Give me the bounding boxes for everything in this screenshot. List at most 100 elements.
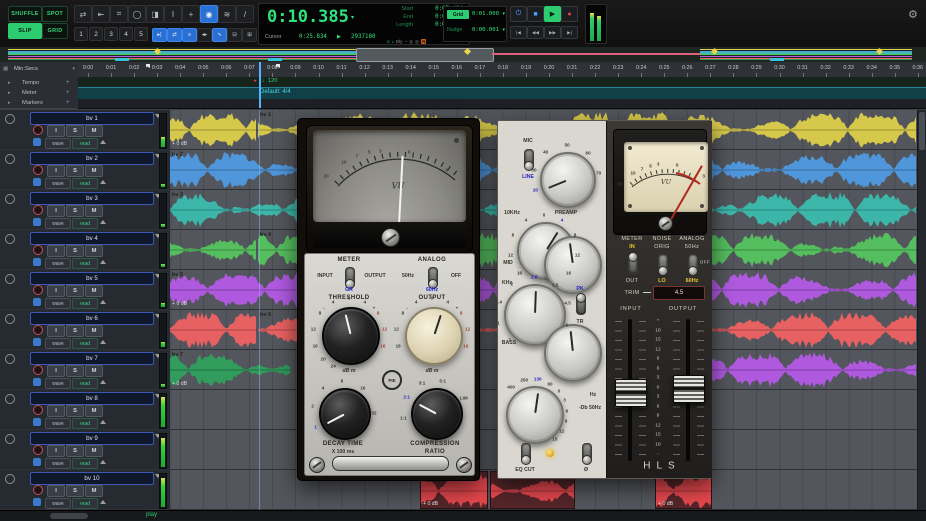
meter-add-icon[interactable]: +: [66, 90, 70, 96]
insertion-follows-icon[interactable]: ◂▸: [197, 28, 212, 42]
hls-pk-tr-toggle[interactable]: [576, 295, 586, 315]
nudge-value[interactable]: 0:00.001: [472, 27, 499, 33]
track-name[interactable]: bv 7: [30, 352, 154, 365]
ruler-unit-label[interactable]: Min:Secs: [14, 66, 38, 72]
record-button[interactable]: ●: [561, 6, 578, 22]
nudge-caret-icon[interactable]: ▾: [502, 27, 505, 33]
markers-lane[interactable]: [78, 99, 926, 109]
record-arm-button[interactable]: [33, 325, 43, 335]
track-name[interactable]: bv 10: [30, 472, 154, 485]
input-monitor-button[interactable]: I: [47, 485, 65, 497]
comp-ratio-knob[interactable]: [411, 388, 463, 440]
input-monitor-button[interactable]: I: [47, 405, 65, 417]
record-arm-button[interactable]: [33, 285, 43, 295]
markers-add-icon[interactable]: +: [66, 100, 70, 106]
stop-button[interactable]: ■: [527, 6, 544, 22]
scrubber-tool-icon[interactable]: ◉: [200, 5, 218, 23]
solo-button[interactable]: S: [66, 245, 84, 257]
hls-input-fader-cap[interactable]: [615, 379, 647, 407]
output-window-icon[interactable]: [100, 380, 106, 384]
status-badge-1[interactable]: ♪: [392, 39, 394, 44]
main-counter[interactable]: 0:10.385: [267, 7, 349, 27]
selector-tool-icon[interactable]: I: [164, 5, 182, 23]
automation-mode-selector[interactable]: read: [72, 378, 98, 389]
track-name[interactable]: bv 5: [30, 272, 154, 285]
grabber-tool-icon[interactable]: +: [182, 5, 200, 23]
solo-button[interactable]: S: [66, 205, 84, 217]
plugin-window-hls-channel[interactable]: MIC LINE PREAMP 10KHz MID KHz PK TR BASS…: [497, 120, 712, 479]
comp-output-knob[interactable]: [405, 307, 463, 365]
automation-mode-selector[interactable]: read: [72, 138, 98, 149]
record-arm-button[interactable]: [33, 205, 43, 215]
track-view-selector[interactable]: wave: [45, 218, 71, 229]
audio-clip[interactable]: [710, 351, 917, 389]
track-name[interactable]: bv 8: [30, 392, 154, 405]
record-arm-button[interactable]: [33, 445, 43, 455]
mode-button-grid[interactable]: GRID: [42, 23, 68, 39]
zoom-toggle-icon[interactable]: ⇄: [74, 5, 92, 23]
markers-expand-icon[interactable]: ▸: [8, 100, 11, 106]
output-window-icon[interactable]: [100, 300, 106, 304]
track-view-selector[interactable]: wave: [45, 338, 71, 349]
output-window-icon[interactable]: [100, 180, 106, 184]
track-name[interactable]: bv 9: [30, 432, 154, 445]
hls-trim-value[interactable]: 4.5: [653, 286, 705, 300]
meter-lane-label[interactable]: Meter: [22, 90, 37, 96]
mute-button[interactable]: M: [85, 365, 103, 377]
separation-icon[interactable]: ⌗: [110, 5, 128, 23]
automation-mode-selector[interactable]: read: [72, 258, 98, 269]
audio-clip[interactable]: [170, 311, 257, 349]
playlist-selector-icon[interactable]: [33, 378, 41, 386]
status-badge-6[interactable]: N: [421, 39, 426, 44]
mirror-edit-icon[interactable]: ∿: [212, 28, 227, 42]
status-badge-4[interactable]: ◎: [409, 39, 413, 45]
track-view-selector[interactable]: wave: [45, 258, 71, 269]
memory-location-flag-icon[interactable]: [146, 64, 150, 68]
audio-clip[interactable]: bv 7: [170, 351, 290, 389]
automation-mode-selector[interactable]: read: [72, 298, 98, 309]
zoom-preset-1[interactable]: 1: [74, 27, 88, 41]
input-monitor-button[interactable]: I: [47, 245, 65, 257]
hls-preamp-knob[interactable]: [540, 152, 596, 208]
minsecs-ruler[interactable]: 0:000:010:020:030:040:050:060:070:080:09…: [78, 62, 926, 78]
track-view-selector[interactable]: wave: [45, 458, 71, 469]
comp-decay-knob[interactable]: [319, 388, 371, 440]
output-window-icon[interactable]: [100, 460, 106, 464]
mute-button[interactable]: M: [85, 205, 103, 217]
mute-button[interactable]: M: [85, 405, 103, 417]
solo-button[interactable]: S: [66, 405, 84, 417]
playlist-selector-icon[interactable]: [33, 178, 41, 186]
rewind-button[interactable]: ◀◀: [527, 26, 544, 39]
solo-button[interactable]: S: [66, 325, 84, 337]
input-monitor-button[interactable]: I: [47, 205, 65, 217]
status-badge-5[interactable]: ◎: [415, 39, 419, 45]
pencil-tool-icon[interactable]: /: [236, 5, 254, 23]
grid-chip[interactable]: Grid: [447, 10, 469, 19]
zoom-preset-3[interactable]: 3: [104, 27, 118, 41]
output-window-icon[interactable]: [100, 340, 106, 344]
automation-mode-selector[interactable]: read: [72, 178, 98, 189]
hls-output-fader-cap[interactable]: [673, 375, 705, 403]
go-to-end-button[interactable]: ▶|: [561, 26, 578, 39]
playlist-selector-icon[interactable]: [33, 338, 41, 346]
comp-meter-toggle[interactable]: [345, 267, 355, 287]
overview-viewport-box[interactable]: [356, 48, 494, 62]
track-name[interactable]: bv 1: [30, 112, 154, 125]
mute-button[interactable]: M: [85, 245, 103, 257]
hls-mic-line-toggle[interactable]: [524, 149, 534, 169]
layered-edit-icon[interactable]: ⊟: [227, 28, 242, 42]
solo-button[interactable]: S: [66, 485, 84, 497]
mode-button-slip[interactable]: SLIP: [8, 23, 42, 39]
input-monitor-button[interactable]: I: [47, 325, 65, 337]
markers-lane-label[interactable]: Markers: [22, 100, 43, 106]
record-arm-button[interactable]: [33, 405, 43, 415]
solo-button[interactable]: S: [66, 365, 84, 377]
status-badge-3[interactable]: ◔: [404, 39, 407, 44]
track-view-selector[interactable]: wave: [45, 178, 71, 189]
horizontal-scroll-thumb[interactable]: [50, 513, 88, 519]
trim-arrows-icon[interactable]: ⇤: [92, 5, 110, 23]
mute-button[interactable]: M: [85, 285, 103, 297]
hls-meter-toggle[interactable]: [628, 254, 638, 274]
output-window-icon[interactable]: [100, 220, 106, 224]
automation-mode-selector[interactable]: read: [72, 458, 98, 469]
